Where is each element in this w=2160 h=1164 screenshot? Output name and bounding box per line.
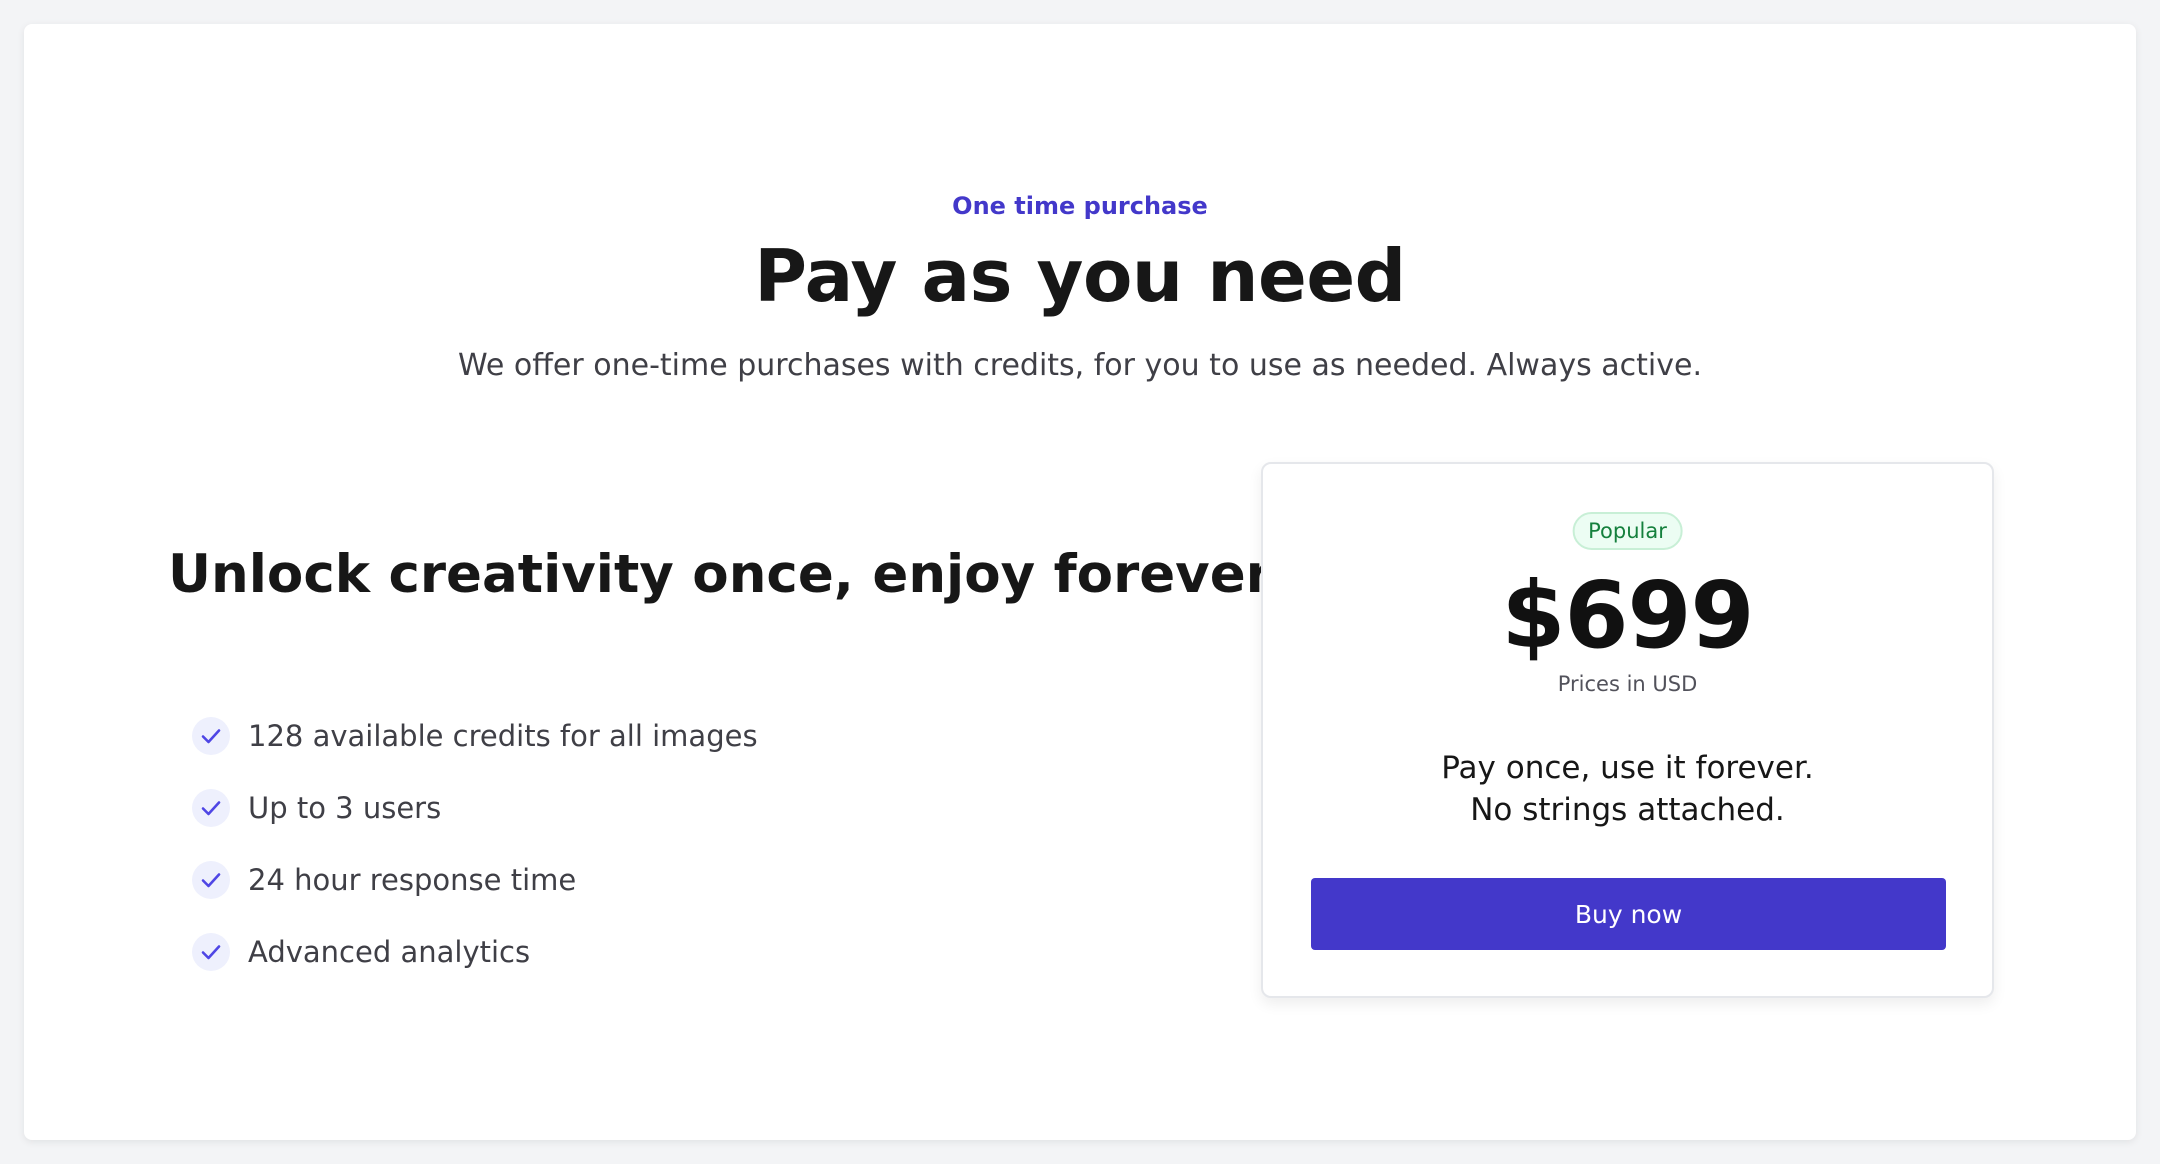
feature-list: 128 available credits for all images Up …: [192, 700, 758, 988]
check-icon: [192, 861, 230, 899]
check-icon: [192, 933, 230, 971]
page-subtitle: We offer one-time purchases with credits…: [458, 348, 1702, 383]
price-amount: $699: [1501, 562, 1754, 669]
list-item: 24 hour response time: [192, 844, 758, 916]
pricing-card: Popular $699 Prices in USD Pay once, use…: [1261, 462, 1994, 998]
list-item: Advanced analytics: [192, 916, 758, 988]
price-currency-note: Prices in USD: [1557, 672, 1698, 696]
feature-label: 24 hour response time: [248, 863, 577, 897]
price-description-line: Pay once, use it forever.: [1441, 750, 1814, 786]
feature-heading: Unlock creativity once, enjoy forever: [168, 544, 1272, 605]
popular-badge: Popular: [1572, 512, 1683, 550]
eyebrow-label: One time purchase: [952, 192, 1208, 220]
list-item: 128 available credits for all images: [192, 700, 758, 772]
price-description: Pay once, use it forever. No strings att…: [1263, 747, 1992, 831]
buy-now-button[interactable]: Buy now: [1311, 878, 1946, 950]
list-item: Up to 3 users: [192, 772, 758, 844]
check-icon: [192, 717, 230, 755]
page-card: One time purchase Pay as you need We off…: [24, 24, 2136, 1140]
price-description-line: No strings attached.: [1470, 792, 1785, 828]
feature-label: 128 available credits for all images: [248, 719, 758, 753]
feature-label: Up to 3 users: [248, 791, 442, 825]
page-title: Pay as you need: [754, 234, 1406, 318]
feature-label: Advanced analytics: [248, 935, 531, 969]
check-icon: [192, 789, 230, 827]
